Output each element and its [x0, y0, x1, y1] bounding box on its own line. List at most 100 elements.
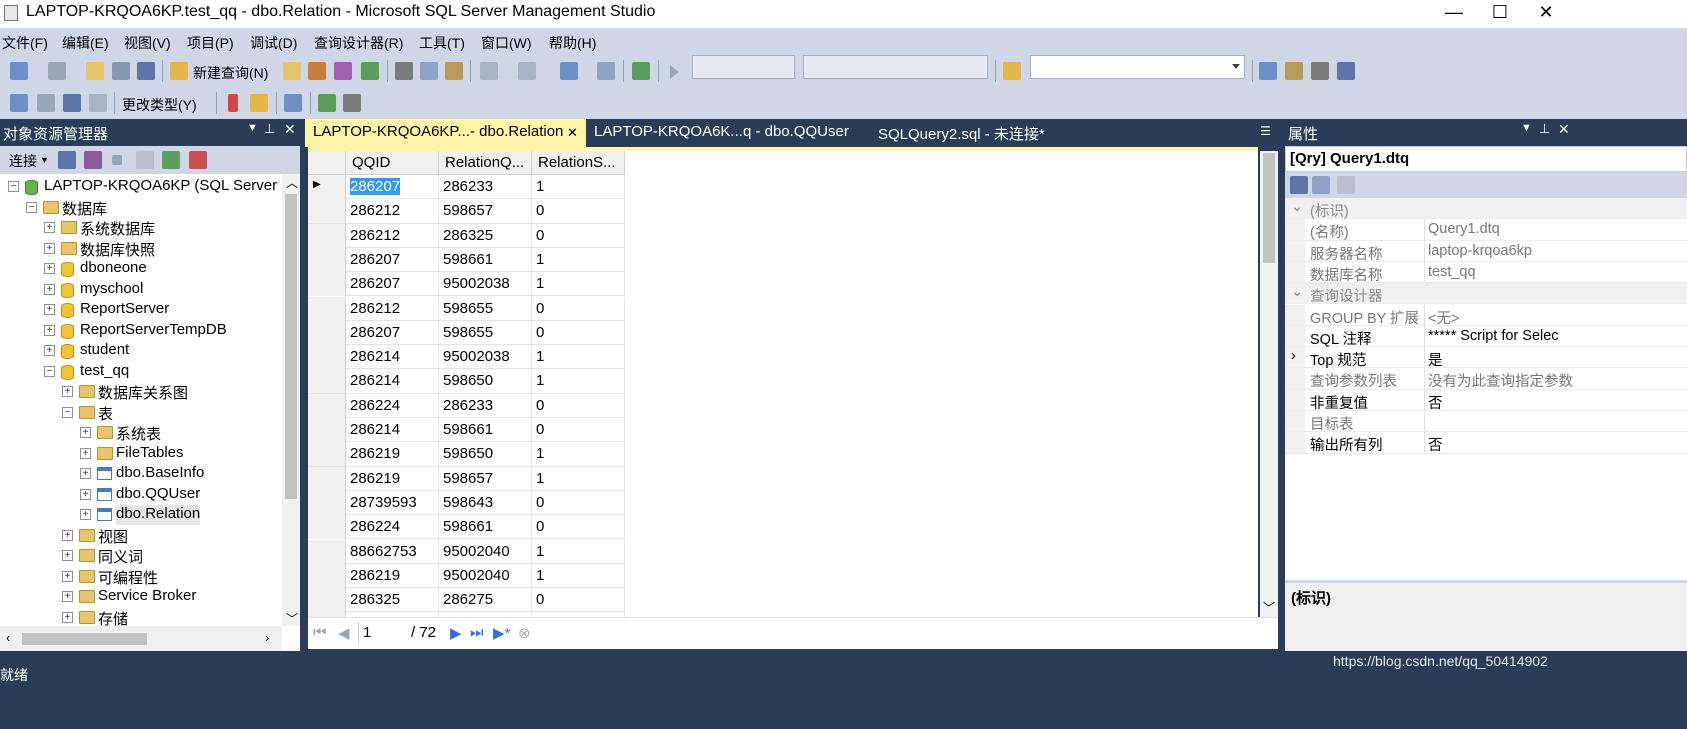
row-header[interactable] — [308, 418, 346, 442]
open-file-icon[interactable] — [86, 62, 104, 80]
tree-node-label[interactable]: Service Broker — [98, 587, 196, 607]
property-pages-icon[interactable] — [1337, 176, 1355, 194]
xmla-query-icon[interactable] — [361, 62, 379, 80]
tree-node-label[interactable]: FileTables — [116, 444, 184, 464]
group-by-icon[interactable] — [284, 94, 302, 112]
expand-icon[interactable]: + — [80, 509, 91, 520]
tree-node-label[interactable]: 存储 — [98, 608, 128, 627]
save-all-icon[interactable] — [137, 62, 155, 80]
grid-scroll-thumb[interactable] — [1263, 153, 1275, 263]
row-header[interactable] — [308, 442, 346, 467]
grid-cell[interactable]: 286224 — [346, 515, 439, 540]
find-combo[interactable] — [1030, 55, 1245, 79]
tab-relation[interactable]: LAPTOP-KRQOA6KP...- dbo.Relation ✕ — [305, 119, 586, 147]
grid-cell[interactable]: 286207 — [346, 320, 439, 345]
expand-icon[interactable]: + — [44, 263, 55, 274]
grid-cell[interactable]: 286207 — [346, 247, 439, 272]
grid-cell[interactable]: 286219 — [346, 466, 439, 491]
grid-cell[interactable]: 1 — [532, 442, 625, 467]
expand-icon[interactable]: + — [62, 591, 73, 602]
verify-sql-icon[interactable] — [250, 94, 268, 112]
dmx-query-icon[interactable] — [334, 62, 352, 80]
show-diagram-pane-icon[interactable] — [10, 94, 28, 112]
row-header[interactable] — [308, 369, 346, 394]
property-value[interactable]: 否 — [1428, 434, 1443, 455]
menu-window[interactable]: 窗口(W) — [481, 33, 532, 53]
pane-menu-icon[interactable]: ▼ — [1521, 122, 1532, 134]
property-value[interactable]: 没有为此查询指定参数 — [1428, 370, 1573, 391]
menu-project[interactable]: 项目(P) — [187, 33, 234, 53]
property-row[interactable]: 服务器名称 laptop-krqoa6kp — [1285, 240, 1687, 263]
grid-cell[interactable]: 95002040 — [439, 563, 532, 588]
table-row[interactable]: 286219 598657 1 — [308, 466, 625, 491]
close-pane-icon[interactable]: ✕ — [1558, 121, 1570, 138]
grid-cell[interactable]: 0 — [532, 223, 625, 248]
scroll-up-icon[interactable]: ︿ — [286, 174, 298, 191]
table-row[interactable]: 286325 286275 0 — [308, 588, 625, 613]
expand-icon[interactable]: + — [44, 283, 55, 295]
close-window-button[interactable]: ✕ — [1523, 0, 1569, 26]
row-header[interactable] — [308, 199, 346, 224]
tree-node-label[interactable]: 数据库关系图 — [98, 382, 188, 402]
redo-icon[interactable] — [518, 62, 536, 80]
tree-node-label[interactable]: 数据库 — [62, 198, 107, 218]
grid-cell[interactable]: 1 — [532, 175, 625, 199]
first-record-icon[interactable]: ⏮ — [313, 624, 327, 641]
tree-node-label[interactable]: 系统表 — [116, 423, 161, 443]
tree-node-label[interactable]: student — [80, 341, 129, 361]
grid-cell[interactable]: 286219 — [346, 563, 439, 588]
property-value[interactable]: test_qq — [1428, 264, 1476, 280]
table-row[interactable]: 286212 598655 0 — [308, 296, 625, 321]
minimize-button[interactable]: — — [1431, 0, 1477, 26]
property-row[interactable]: 非重复值 否 — [1285, 389, 1687, 412]
grid-cell[interactable]: 286214 — [346, 418, 439, 442]
tree-horizontal-scrollbar[interactable]: ‹ › — [0, 626, 282, 651]
start-debug-icon[interactable] — [670, 65, 679, 79]
grid-cell[interactable]: 0 — [532, 320, 625, 345]
expand-icon[interactable]: + — [62, 529, 73, 541]
tree-node-label[interactable]: dboneone — [80, 259, 147, 279]
show-criteria-pane-icon[interactable] — [37, 94, 55, 112]
tree-node-label[interactable]: 数据库快照 — [80, 239, 155, 259]
row-header[interactable] — [308, 320, 346, 345]
mdx-query-icon[interactable] — [308, 62, 326, 80]
object-explorer-icon[interactable] — [1285, 62, 1303, 80]
grid-cell[interactable]: 286214 — [346, 369, 439, 394]
grid-cell[interactable]: 88662753 — [346, 539, 439, 564]
grid-cell[interactable]: 1 — [532, 466, 625, 491]
expand-icon[interactable]: + — [44, 242, 55, 254]
menu-query-designer[interactable]: 查询设计器(R) — [314, 33, 403, 53]
tree-node-label[interactable]: 同义词 — [98, 546, 143, 566]
pane-menu-icon[interactable]: ▼ — [247, 122, 258, 134]
expand-icon[interactable]: + — [62, 550, 73, 561]
activity-monitor-icon[interactable] — [632, 62, 650, 80]
execute-sql-icon[interactable] — [228, 94, 238, 112]
table-row[interactable]: 28739593 598643 0 — [308, 490, 625, 516]
refresh-icon[interactable] — [162, 151, 180, 169]
last-record-icon[interactable]: ⏭ — [470, 624, 484, 641]
table-row[interactable]: 286214 598661 0 — [308, 418, 625, 443]
collapse-icon[interactable]: − — [62, 406, 73, 418]
expand-icon[interactable]: + — [80, 468, 91, 479]
expand-icon[interactable]: + — [62, 611, 73, 623]
property-row[interactable]: 数据库名称 test_qq — [1285, 261, 1687, 284]
expand-icon[interactable]: + — [62, 570, 73, 582]
show-results-pane-icon[interactable] — [89, 94, 107, 112]
db-engine-query-icon[interactable] — [283, 62, 301, 80]
expand-icon[interactable]: + — [80, 427, 91, 438]
grid-cell[interactable]: 286212 — [346, 296, 439, 321]
scroll-thumb[interactable] — [285, 194, 297, 499]
grid-cell[interactable]: 598657 — [439, 466, 532, 491]
property-row[interactable]: GROUP BY 扩展 <无> — [1285, 304, 1687, 327]
row-header[interactable] — [308, 393, 346, 418]
grid-cell[interactable]: 1 — [532, 563, 625, 588]
properties-tools-icon[interactable] — [1311, 62, 1329, 80]
grid-cell[interactable]: 28739593 — [346, 490, 439, 515]
toolbox-icon[interactable] — [1337, 62, 1355, 80]
grid-cell[interactable]: 598655 — [439, 296, 532, 321]
row-header[interactable] — [308, 539, 346, 564]
scroll-right-icon[interactable]: › — [265, 630, 269, 645]
new-project-icon[interactable] — [10, 62, 28, 80]
grid-cell[interactable]: 95002040 — [439, 539, 532, 564]
grid-cell[interactable]: 0 — [532, 588, 625, 613]
